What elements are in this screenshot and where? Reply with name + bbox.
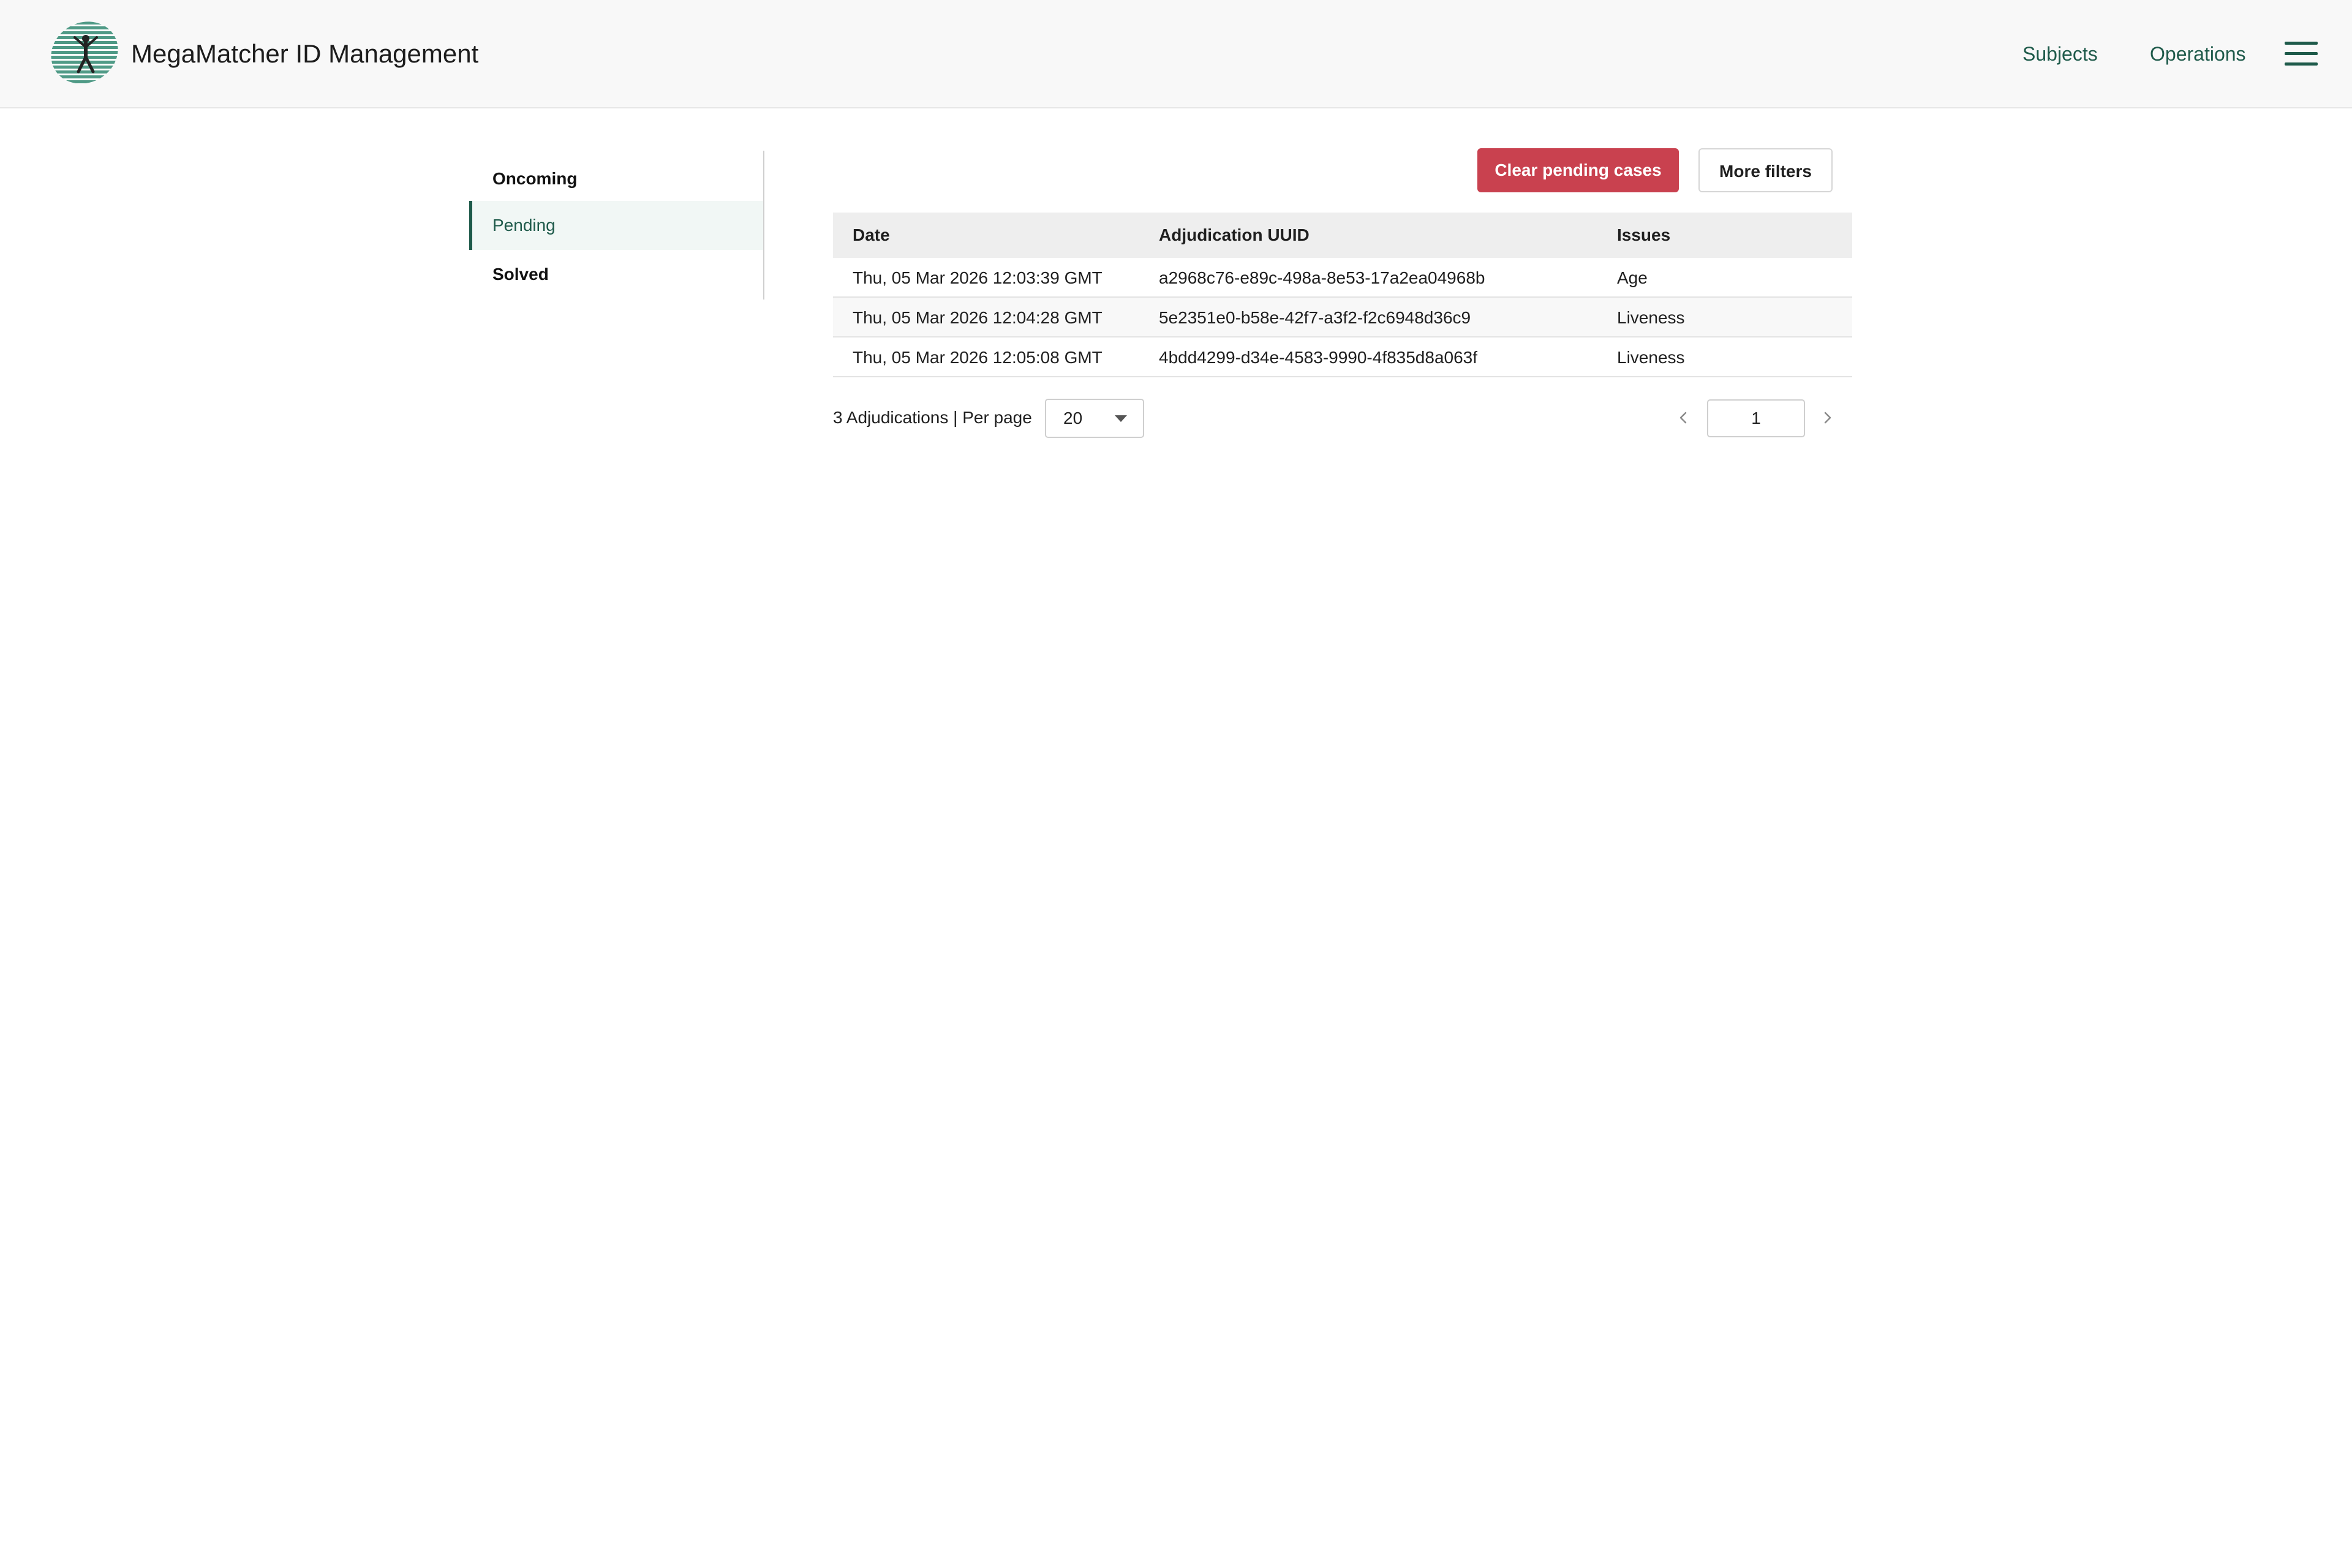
adjudication-count-label: 3 Adjudications | Per page [833, 408, 1032, 427]
adjudications-table: Date Adjudication UUID Issues Thu, 05 Ma… [833, 213, 1852, 377]
cell-issues: Liveness [1617, 348, 1685, 367]
hamburger-menu-icon[interactable] [2285, 42, 2318, 66]
cell-uuid: 5e2351e0-b58e-42f7-a3f2-f2c6948d36c9 [1159, 308, 1471, 327]
app-title: MegaMatcher ID Management [131, 39, 479, 68]
nav-operations-link[interactable]: Operations [2150, 40, 2246, 67]
cell-uuid: 4bdd4299-d34e-4583-9990-4f835d8a063f [1159, 348, 1478, 367]
table-header-row: Date Adjudication UUID Issues [833, 213, 1852, 258]
table-row[interactable]: Thu, 05 Mar 2026 12:04:28 GMT 5e2351e0-b… [833, 298, 1852, 337]
page-number-input[interactable] [1707, 399, 1805, 437]
cell-date: Thu, 05 Mar 2026 12:05:08 GMT [853, 348, 1102, 367]
cell-date: Thu, 05 Mar 2026 12:04:28 GMT [853, 308, 1102, 327]
sidenav-item-solved[interactable]: Solved [469, 250, 763, 299]
app-header: MegaMatcher ID Management Subjects Opera… [0, 0, 2352, 108]
chevron-left-icon[interactable] [1672, 407, 1694, 429]
cell-issues: Liveness [1617, 308, 1685, 327]
adjudication-sidenav: Oncoming Pending Solved [469, 151, 764, 300]
cell-uuid: a2968c76-e89c-498a-8e53-17a2ea04968b [1159, 268, 1485, 287]
nav-subjects-link[interactable]: Subjects [2022, 40, 2098, 67]
column-header-uuid[interactable]: Adjudication UUID [1159, 213, 1310, 258]
column-header-date[interactable]: Date [853, 213, 890, 258]
sidenav-item-oncoming[interactable]: Oncoming [469, 154, 763, 203]
cell-date: Thu, 05 Mar 2026 12:03:39 GMT [853, 268, 1102, 287]
clear-pending-cases-button[interactable]: Clear pending cases [1477, 148, 1679, 192]
sidenav-item-pending[interactable]: Pending [469, 201, 763, 250]
per-page-select[interactable]: 20 [1045, 399, 1144, 438]
caret-down-icon [1115, 415, 1127, 422]
column-header-issues[interactable]: Issues [1617, 213, 1670, 258]
more-filters-button[interactable]: More filters [1698, 148, 1833, 192]
cell-issues: Age [1617, 268, 1648, 287]
chevron-right-icon[interactable] [1817, 407, 1839, 429]
megamatcher-logo-icon[interactable] [50, 20, 119, 85]
table-row[interactable]: Thu, 05 Mar 2026 12:03:39 GMT a2968c76-e… [833, 258, 1852, 298]
table-row[interactable]: Thu, 05 Mar 2026 12:05:08 GMT 4bdd4299-d… [833, 337, 1852, 377]
per-page-value: 20 [1063, 409, 1083, 428]
